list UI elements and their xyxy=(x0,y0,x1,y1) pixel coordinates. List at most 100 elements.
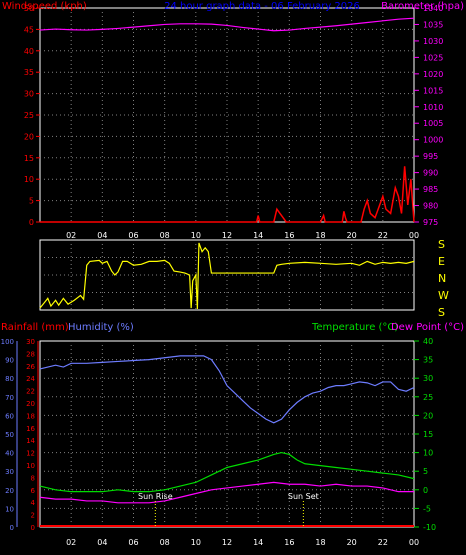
humidity-tick-label: 100 xyxy=(1,338,14,346)
barometer-tick-label: 1025 xyxy=(423,53,443,62)
x-tick-label: 16 xyxy=(284,538,294,547)
x-tick-label: 04 xyxy=(97,231,107,240)
windspeed-tick-label: 0 xyxy=(29,218,34,227)
sunset-label: Sun Set xyxy=(288,492,319,501)
humidity-tick-label: 60 xyxy=(5,412,14,420)
temperature-tick-label: 15 xyxy=(423,430,433,439)
x-tick-label: 10 xyxy=(191,538,201,547)
x-tick-label: 22 xyxy=(378,538,388,547)
barometer-tick-label: 995 xyxy=(423,152,438,161)
barometer-tick-label: 985 xyxy=(423,185,438,194)
temperature-tick-label: 30 xyxy=(423,374,433,383)
direction-label-w: W xyxy=(438,289,449,302)
windspeed-axis-title: Windspeed (kph) xyxy=(2,1,87,12)
barometer-tick-label: 990 xyxy=(423,169,438,178)
humidity-tick-label: 70 xyxy=(5,394,14,402)
x-tick-label: 20 xyxy=(347,538,357,547)
humidity-axis-title: Humidity (%) xyxy=(68,322,134,333)
temperature-tick-label: 35 xyxy=(423,356,433,365)
humidity-tick-label: 50 xyxy=(5,431,14,439)
x-tick-label: 18 xyxy=(315,538,325,547)
barometer-tick-label: 1005 xyxy=(423,119,443,128)
windspeed-tick-label: 5 xyxy=(29,197,34,206)
humidity-tick-label: 90 xyxy=(5,357,14,365)
x-tick-label: 08 xyxy=(160,538,170,547)
barometer-tick-label: 980 xyxy=(423,202,438,211)
windspeed-tick-label: 35 xyxy=(24,68,34,77)
dewpoint-axis-title: Dew Point (°C) xyxy=(391,322,464,333)
humidity-tick-label: 30 xyxy=(5,468,14,476)
x-tick-label: 02 xyxy=(66,538,76,547)
barometer-tick-label: 1015 xyxy=(423,86,443,95)
humidity-tick-label: 10 xyxy=(5,505,14,513)
x-tick-label: 00 xyxy=(409,231,419,240)
x-tick-label: 08 xyxy=(160,231,170,240)
temperature-tick-label: 0 xyxy=(423,486,428,495)
windspeed-tick-label: 45 xyxy=(24,25,34,34)
barometer-tick-label: 975 xyxy=(423,218,438,227)
x-tick-label: 20 xyxy=(347,231,357,240)
temperature-axis-title: Temperature (°C) xyxy=(311,322,398,333)
rainfall-tick-label: 26 xyxy=(26,363,35,371)
rainfall-axis-title: Rainfall (mm) xyxy=(1,322,69,333)
windspeed-tick-label: 15 xyxy=(24,154,34,163)
rainfall-tick-label: 18 xyxy=(26,412,35,420)
rainfall-tick-label: 4 xyxy=(31,499,36,507)
x-tick-label: 12 xyxy=(222,231,232,240)
rainfall-tick-label: 8 xyxy=(31,474,35,482)
sunrise-label: Sun Rise xyxy=(138,492,173,501)
x-tick-label: 06 xyxy=(128,538,138,547)
weather-graph: 0 5 10 15 20 25 30 35 40 45 50 975 980 985 990 995 1000 1… xyxy=(0,0,466,555)
x-tick-label: 06 xyxy=(128,231,138,240)
x-tick-label: 04 xyxy=(97,538,107,547)
x-tick-label: 10 xyxy=(191,231,201,240)
humidity-tick-label: 80 xyxy=(5,375,14,383)
humidity-tick-label: 0 xyxy=(10,524,14,532)
temperature-tick-label: 20 xyxy=(423,411,433,420)
direction-label-s-top: S xyxy=(438,238,445,251)
x-tick-label: 12 xyxy=(222,538,232,547)
rainfall-tick-label: 16 xyxy=(26,425,35,433)
windspeed-tick-label: 25 xyxy=(24,111,34,120)
humidity-tick-label: 40 xyxy=(5,450,14,458)
x-tick-label: 14 xyxy=(253,538,263,547)
barometer-tick-label: 1030 xyxy=(423,37,443,46)
x-tick-label: 00 xyxy=(409,538,419,547)
rainfall-tick-label: 30 xyxy=(26,338,35,346)
rainfall-tick-label: 28 xyxy=(26,350,35,358)
windspeed-tick-label: 20 xyxy=(24,132,34,141)
rainfall-tick-label: 6 xyxy=(31,487,36,495)
temperature-tick-label: -5 xyxy=(423,504,431,513)
rainfall-tick-label: 12 xyxy=(26,450,35,458)
chart-canvas: 0510152025303540455097598098599099510001… xyxy=(1,1,464,547)
temperature-tick-label: 40 xyxy=(423,337,433,346)
barometer-tick-label: 1010 xyxy=(423,103,443,112)
rainfall-tick-label: 20 xyxy=(26,400,35,408)
rainfall-tick-label: 0 xyxy=(31,524,35,532)
graph-title: 24 hour graph data - 06 February 2026 xyxy=(164,1,360,12)
humidity-tick-label: 20 xyxy=(5,487,14,495)
barometer-tick-label: 1035 xyxy=(423,20,443,29)
barometer-tick-label: 1000 xyxy=(423,136,443,145)
direction-label-s-bottom: S xyxy=(438,306,445,319)
x-tick-label: 02 xyxy=(66,231,76,240)
barometer-axis-title: Barometer (hpa) xyxy=(381,1,464,12)
temperature-tick-label: 5 xyxy=(423,467,428,476)
windspeed-tick-label: 30 xyxy=(24,90,34,99)
windspeed-tick-label: 10 xyxy=(24,175,34,184)
rainfall-tick-label: 2 xyxy=(31,512,35,520)
wind-panel-x-labels: 02 04 06 08 10 12 14 16 18 20 22 00 xyxy=(66,231,419,240)
rainfall-tick-label: 14 xyxy=(26,437,35,445)
rainfall-tick-label: 22 xyxy=(26,388,35,396)
direction-label-n: N xyxy=(438,272,446,285)
rainfall-tick-label: 24 xyxy=(26,375,35,383)
windspeed-tick-label: 40 xyxy=(24,47,34,56)
temperature-tick-label: 10 xyxy=(423,449,433,458)
temp-panel-x-labels: 02 04 06 08 10 12 14 16 18 20 22 00 xyxy=(66,538,419,547)
temperature-tick-label: -10 xyxy=(423,523,436,532)
direction-label-e: E xyxy=(438,255,445,268)
temperature-tick-label: 25 xyxy=(423,393,433,402)
barometer-tick-label: 1020 xyxy=(423,70,443,79)
rainfall-tick-label: 10 xyxy=(26,462,35,470)
x-tick-label: 16 xyxy=(284,231,294,240)
